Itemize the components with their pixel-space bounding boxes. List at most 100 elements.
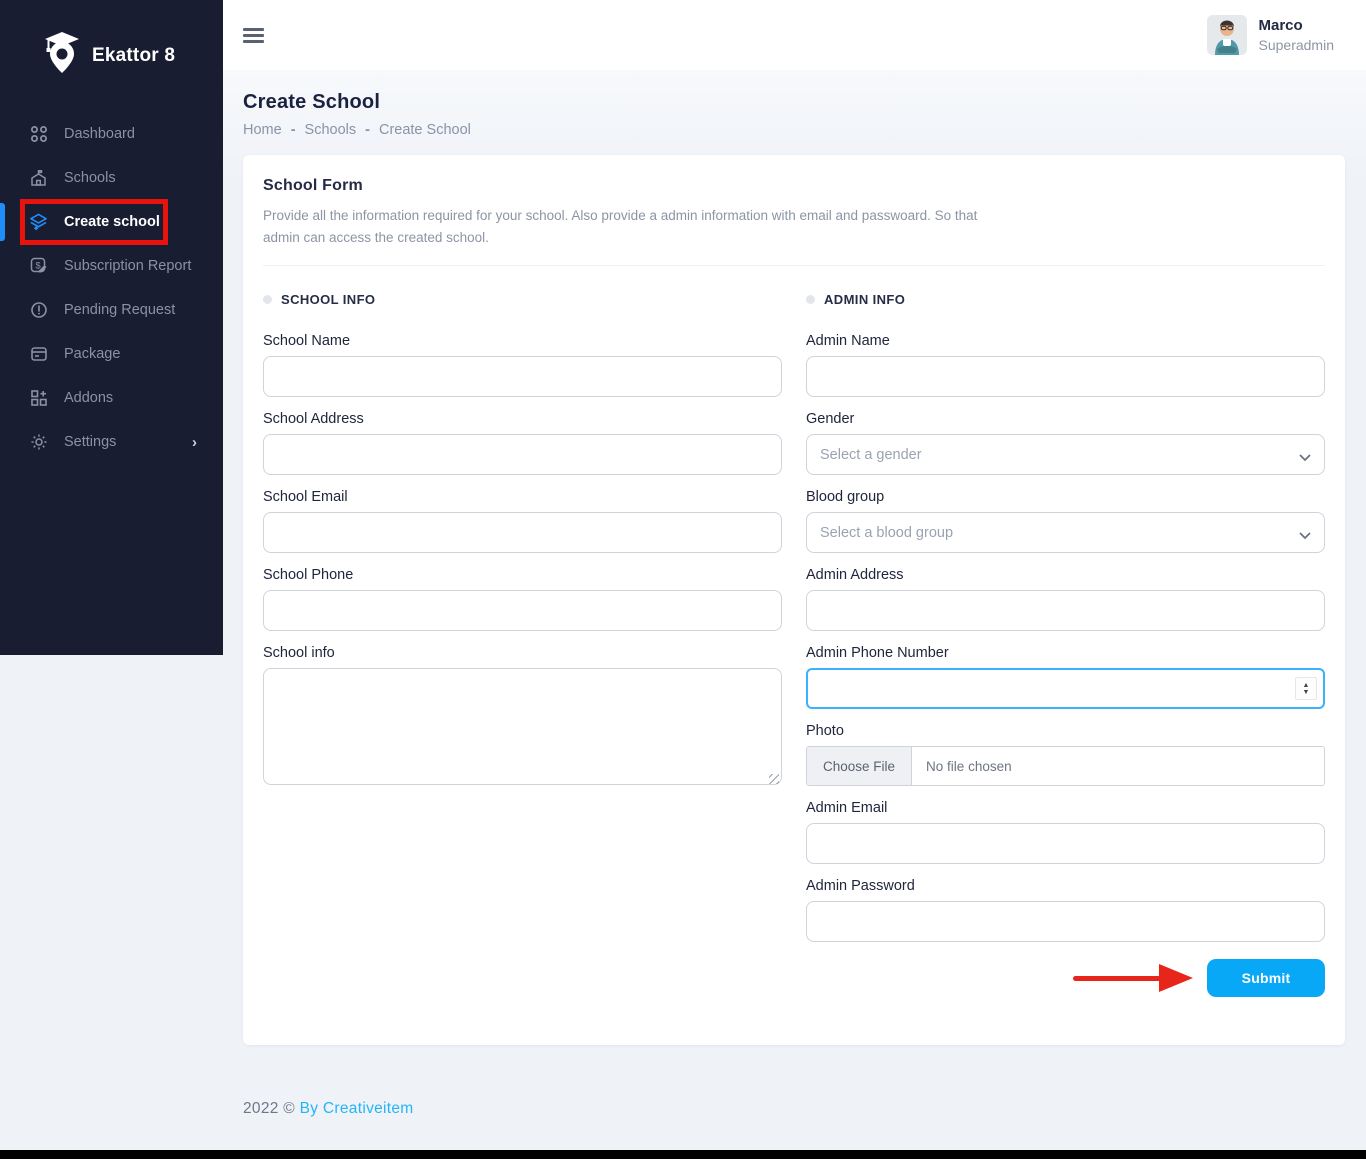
school-info-textarea[interactable] <box>263 668 782 785</box>
section-title: SCHOOL INFO <box>281 292 375 307</box>
field-blood-group: Blood group Select a blood group <box>806 489 1325 553</box>
field-photo: Photo Choose File No file chosen <box>806 723 1325 786</box>
school-info-section-head: SCHOOL INFO <box>263 292 782 307</box>
photo-file-input[interactable]: Choose File No file chosen <box>806 746 1325 786</box>
sidebar-item-settings[interactable]: Settings › <box>0 420 223 464</box>
brand-name: Ekattor 8 <box>92 45 175 67</box>
gear-icon <box>29 433 48 452</box>
admin-info-section-head: ADMIN INFO <box>806 292 1325 307</box>
pending-alert-icon <box>29 301 48 320</box>
bottom-black-bar <box>0 1150 1366 1159</box>
field-gender: Gender Select a gender <box>806 411 1325 475</box>
school-email-input[interactable] <box>263 512 782 553</box>
admin-phone-label: Admin Phone Number <box>806 645 1325 661</box>
sidebar-item-label: Dashboard <box>64 126 135 142</box>
topbar: Marco Superadmin <box>223 0 1366 70</box>
create-school-layers-icon <box>29 213 48 232</box>
user-menu[interactable]: Marco Superadmin <box>1207 15 1335 55</box>
school-info-label: School info <box>263 645 782 661</box>
sidebar-item-label: Package <box>64 346 120 362</box>
footer-creativeitem-link[interactable]: By Creativeitem <box>300 1100 414 1117</box>
gender-select-value: Select a gender <box>820 447 922 463</box>
field-school-phone: School Phone <box>263 567 782 631</box>
admin-name-input[interactable] <box>806 356 1325 397</box>
field-admin-address: Admin Address <box>806 567 1325 631</box>
gender-label: Gender <box>806 411 1325 427</box>
section-title: ADMIN INFO <box>824 292 905 307</box>
page-title: Create School <box>243 91 380 114</box>
breadcrumb-separator: - <box>365 122 370 138</box>
section-bullet-icon <box>806 295 815 304</box>
school-phone-input[interactable] <box>263 590 782 631</box>
admin-address-label: Admin Address <box>806 567 1325 583</box>
field-admin-phone: Admin Phone Number ▲▼ <box>806 645 1325 709</box>
form-title: School Form <box>263 177 1325 195</box>
sidebar-item-label: Addons <box>64 390 113 406</box>
card-head: School Form Provide all the information … <box>243 155 1345 266</box>
chevron-down-icon <box>1299 527 1311 545</box>
school-email-label: School Email <box>263 489 782 505</box>
sidebar-item-package[interactable]: Package <box>0 332 223 376</box>
field-admin-email: Admin Email <box>806 800 1325 864</box>
breadcrumb-separator: - <box>291 122 296 138</box>
number-spinner-icon[interactable]: ▲▼ <box>1295 677 1317 700</box>
sidebar-nav: Dashboard Schools <box>0 112 223 464</box>
chevron-right-icon: › <box>192 434 197 451</box>
sidebar-item-pending-request[interactable]: Pending Request <box>0 288 223 332</box>
main-content: Create School Home - Schools - Create Sc… <box>223 70 1366 1150</box>
sidebar-item-dashboard[interactable]: Dashboard <box>0 112 223 156</box>
sidebar-item-label: Pending Request <box>64 302 175 318</box>
addons-grid-plus-icon <box>29 389 48 408</box>
admin-email-input[interactable] <box>806 823 1325 864</box>
submit-button[interactable]: Submit <box>1207 959 1325 997</box>
package-card-icon <box>29 345 48 364</box>
red-arrow-annotation <box>1073 959 1195 997</box>
admin-phone-input[interactable] <box>806 668 1325 709</box>
field-school-address: School Address <box>263 411 782 475</box>
footer-year: 2022 © <box>243 1100 295 1117</box>
sidebar-item-label: Create school <box>64 214 160 230</box>
field-school-email: School Email <box>263 489 782 553</box>
school-name-input[interactable] <box>263 356 782 397</box>
admin-password-input[interactable] <box>806 901 1325 942</box>
sidebar-item-subscription-report[interactable]: $ Subscription Report <box>0 244 223 288</box>
chevron-down-icon <box>1299 449 1311 467</box>
avatar <box>1207 15 1247 55</box>
breadcrumb-home[interactable]: Home <box>243 122 282 138</box>
sidebar: Ekattor 8 Dashboard <box>0 0 223 655</box>
resize-grip[interactable] <box>769 774 779 784</box>
file-status-text: No file chosen <box>912 747 1026 785</box>
photo-label: Photo <box>806 723 1325 739</box>
admin-address-input[interactable] <box>806 590 1325 631</box>
admin-info-column: ADMIN INFO Admin Name Gender Select a ge… <box>806 286 1325 999</box>
sidebar-item-create-school[interactable]: Create school <box>0 200 223 244</box>
sidebar-item-addons[interactable]: Addons <box>0 376 223 420</box>
admin-name-label: Admin Name <box>806 333 1325 349</box>
graduation-pin-logo-icon <box>42 30 82 81</box>
blood-group-select-value: Select a blood group <box>820 525 953 541</box>
school-address-label: School Address <box>263 411 782 427</box>
blood-group-select[interactable]: Select a blood group <box>806 512 1325 553</box>
gender-select[interactable]: Select a gender <box>806 434 1325 475</box>
breadcrumb: Home - Schools - Create School <box>243 122 471 138</box>
field-school-name: School Name <box>263 333 782 397</box>
choose-file-button[interactable]: Choose File <box>807 747 912 785</box>
field-school-info: School info <box>263 645 782 790</box>
hamburger-menu-icon[interactable] <box>243 28 264 43</box>
breadcrumb-current: Create School <box>379 122 471 138</box>
sidebar-item-label: Subscription Report <box>64 258 191 274</box>
school-address-input[interactable] <box>263 434 782 475</box>
admin-password-label: Admin Password <box>806 878 1325 894</box>
breadcrumb-schools[interactable]: Schools <box>305 122 357 138</box>
blood-group-label: Blood group <box>806 489 1325 505</box>
dashboard-grid-icon <box>29 125 48 144</box>
section-bullet-icon <box>263 295 272 304</box>
school-form-card: School Form Provide all the information … <box>243 155 1345 1045</box>
field-admin-password: Admin Password <box>806 878 1325 942</box>
subscription-dollar-icon: $ <box>29 257 48 276</box>
brand-logo[interactable]: Ekattor 8 <box>0 0 223 81</box>
sidebar-item-schools[interactable]: Schools <box>0 156 223 200</box>
form-body: SCHOOL INFO School Name School Address S… <box>243 266 1345 1019</box>
active-item-indicator <box>0 203 5 241</box>
sidebar-item-label: Schools <box>64 170 116 186</box>
